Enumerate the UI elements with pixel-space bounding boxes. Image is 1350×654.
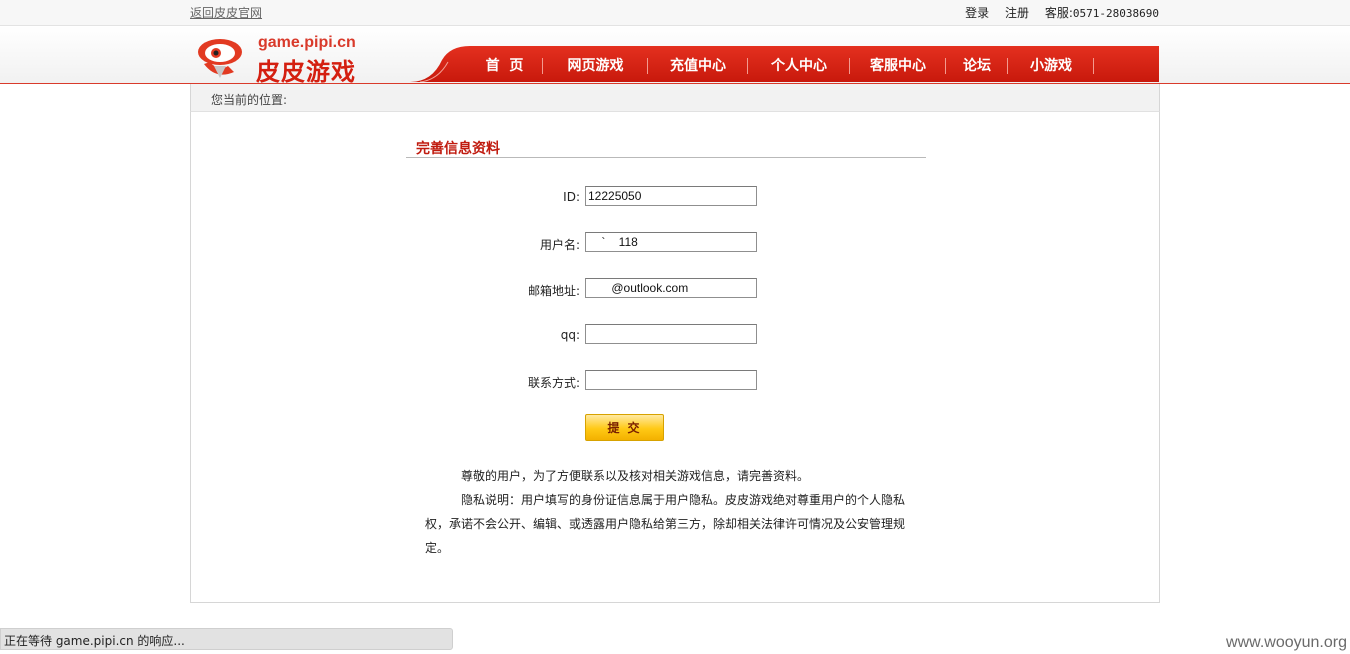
nav-item-web-games[interactable]: 网页游戏 [543,46,648,81]
username-label: 用户名: [539,238,580,252]
notes: 尊敬的用户，为了方便联系以及核对相关游戏信息，请完善资料。 隐私说明：用户填写的… [425,464,910,560]
top-bar-right: 登录 注册 客服:0571-28038690 [953,4,1159,21]
qq-input[interactable] [585,324,757,344]
email-input[interactable]: @outlook.com [585,278,757,298]
title-divider [406,157,926,158]
login-link[interactable]: 登录 [965,6,989,20]
logo-brand: 皮皮游戏 [256,57,356,86]
notes-line-1: 尊敬的用户，为了方便联系以及核对相关游戏信息，请完善资料。 [461,469,810,483]
nav-item-home[interactable]: 首 页 [466,46,543,81]
field-contact: 联系方式: [470,370,770,392]
nav-item-mini-games[interactable]: 小游戏 [1008,46,1094,81]
field-id: ID: 12225050 [470,186,770,208]
top-bar: 返回皮皮官网 登录 注册 客服:0571-28038690 [0,0,1350,26]
main-nav: 首 页 网页游戏 充值中心 个人中心 客服中心 论坛 小游戏 [410,46,1159,82]
qq-label: qq: [560,328,580,342]
nav-item-personal[interactable]: 个人中心 [748,46,850,81]
back-to-official-link[interactable]: 返回皮皮官网 [190,4,262,21]
field-qq: qq: [470,324,770,346]
id-label: ID: [563,190,580,204]
watermark: www.wooyun.org [1226,634,1347,651]
username-input[interactable]: ` 118 [585,232,757,252]
field-email: 邮箱地址: @outlook.com [470,278,770,300]
field-username: 用户名: ` 118 [470,232,770,254]
nav-list: 首 页 网页游戏 充值中心 个人中心 客服中心 论坛 小游戏 [466,46,1094,81]
submit-button[interactable]: 提交 [585,414,664,441]
nav-item-service[interactable]: 客服中心 [850,46,946,81]
nav-item-recharge[interactable]: 充值中心 [648,46,748,81]
status-text: 正在等待 game.pipi.cn 的响应... [4,634,185,648]
mascot-icon [198,39,242,78]
form-title: 完善信息资料 [416,141,500,157]
breadcrumb: 您当前的位置: [190,84,1160,112]
browser-status-bar: 正在等待 game.pipi.cn 的响应... [0,628,453,650]
nav-item-forum[interactable]: 论坛 [946,46,1008,81]
register-link[interactable]: 注册 [1005,6,1029,20]
breadcrumb-label: 您当前的位置: [211,93,288,107]
id-input[interactable]: 12225050 [585,186,757,206]
service-label: 客服: [1044,6,1073,20]
logo-domain: game.pipi.cn [258,34,356,51]
contact-input[interactable] [585,370,757,390]
privacy-note: 隐私说明：用户填写的身份证信息属于用户隐私。皮皮游戏绝对尊重用户的个人隐私权，承… [425,493,906,555]
site-logo[interactable]: game.pipi.cn 皮皮游戏 [196,32,381,86]
service-phone: 0571-28038690 [1072,7,1159,20]
site-header: game.pipi.cn 皮皮游戏 首 页 网页游戏 充值中心 个人中心 客服中… [0,26,1350,86]
email-label: 邮箱地址: [527,284,580,298]
contact-label: 联系方式: [527,376,580,390]
